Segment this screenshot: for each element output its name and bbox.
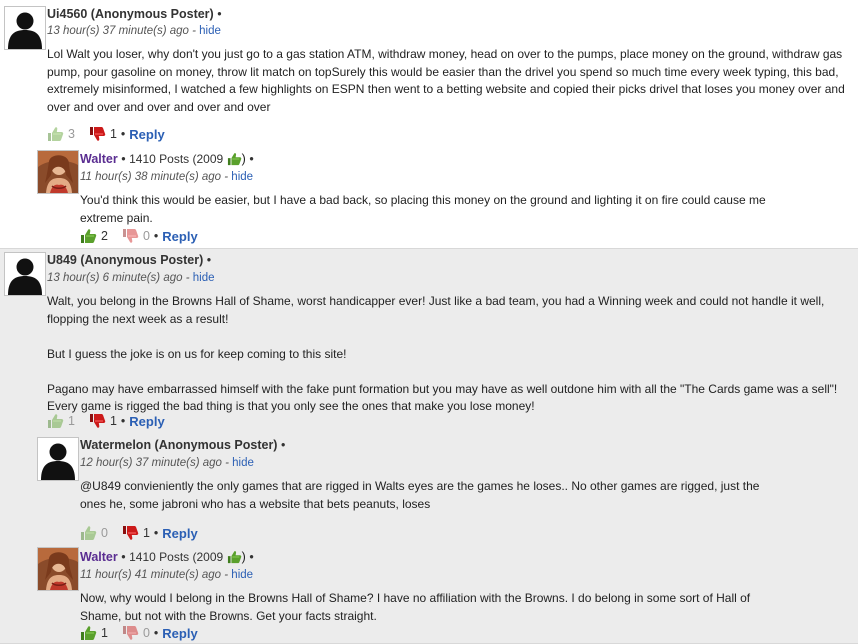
separator-dot: • — [121, 152, 126, 166]
comment-author-line: Walter • 1410 Posts (2009 ) • — [80, 152, 254, 166]
comment-paragraph: Now, why would I belong in the Browns Ha… — [80, 591, 751, 623]
comment-meta: 13 hour(s) 37 minute(s) ago - hide — [47, 25, 221, 37]
vote-bar: 0 1 • Reply — [80, 524, 198, 542]
silhouette-avatar[interactable] — [37, 437, 79, 481]
hide-link[interactable]: hide — [231, 569, 253, 581]
separator-dot: • — [280, 438, 286, 452]
separator-dot: • — [249, 152, 254, 166]
comment-timestamp: 12 hour(s) 37 minute(s) ago — [80, 457, 222, 469]
silhouette-avatar[interactable] — [4, 252, 46, 296]
separator-dot: • — [153, 626, 159, 640]
comment-author-line: Watermelon (Anonymous Poster) • — [80, 438, 285, 452]
separator-dot: • — [120, 414, 126, 428]
silhouette-avatar[interactable] — [4, 6, 46, 50]
downvote-count: 0 — [142, 626, 150, 640]
hide-link[interactable]: hide — [231, 171, 253, 183]
comment-timestamp: 11 hour(s) 41 minute(s) ago — [80, 569, 222, 581]
comment-paragraph: Pagano may have embarrassed himself with… — [47, 381, 838, 414]
thumbs-down-icon[interactable] — [89, 126, 106, 142]
upvote-count: 2 — [101, 229, 108, 243]
comment-body: You'd think this would be easier, but I … — [80, 192, 770, 227]
comment-body: Walt, you belong in the Browns Hall of S… — [47, 293, 852, 416]
reply-link[interactable]: Reply — [162, 526, 197, 541]
reply-link[interactable]: Reply — [162, 626, 197, 641]
upvote-count: 0 — [101, 526, 108, 540]
comment-paragraph: But I guess the joke is on us for keep c… — [47, 346, 347, 361]
comment: Ui4560 (Anonymous Poster) • 13 hour(s) 3… — [0, 0, 858, 150]
comment-paragraph: Lol Walt you loser, why don't you just g… — [47, 47, 845, 114]
comment-author-line: Ui4560 (Anonymous Poster) • — [47, 7, 222, 21]
reply-link[interactable]: Reply — [129, 414, 164, 429]
vote-bar: 3 1 • Reply — [47, 125, 165, 143]
author-name: Watermelon (Anonymous Poster) — [80, 438, 278, 452]
thumbs-down-icon[interactable] — [122, 625, 139, 641]
vote-bar: 1 1 • Reply — [47, 412, 165, 430]
hide-link[interactable]: hide — [193, 272, 215, 284]
author-name[interactable]: Walter — [80, 550, 118, 564]
thumbs-up-icon[interactable] — [80, 525, 97, 541]
separator-dot: • — [121, 550, 126, 564]
comment-paragraph: You'd think this would be easier, but I … — [80, 193, 766, 225]
photo-avatar[interactable] — [37, 150, 79, 194]
thumbs-down-icon[interactable] — [89, 413, 106, 429]
upvote-count: 1 — [68, 414, 75, 428]
comment-paragraph: @U849 convieniently the only games that … — [80, 479, 760, 511]
comment-thread-2: U849 (Anonymous Poster) • 13 hour(s) 6 m… — [0, 249, 858, 644]
comment-meta: 11 hour(s) 38 minute(s) ago - hide — [80, 171, 254, 183]
reply-link[interactable]: Reply — [162, 229, 197, 244]
comment-reply: Walter • 1410 Posts (2009 ) • 11 hour(s)… — [0, 148, 858, 248]
post-count: 1410 Posts (2009 — [129, 152, 224, 166]
hide-link[interactable]: hide — [232, 457, 254, 469]
separator-dot: • — [153, 229, 159, 243]
comment-meta: 12 hour(s) 37 minute(s) ago - hide — [80, 457, 254, 469]
thumbs-up-icon[interactable] — [47, 413, 64, 429]
thumbs-up-icon — [227, 550, 242, 564]
author-name: Ui4560 (Anonymous Poster) — [47, 7, 214, 21]
post-count: 1410 Posts (2009 — [129, 550, 224, 564]
comment-meta: 13 hour(s) 6 minute(s) ago - hide — [47, 272, 215, 284]
reply-link[interactable]: Reply — [129, 127, 164, 142]
downvote-count: 0 — [142, 229, 150, 243]
upvote-count: 1 — [101, 626, 108, 640]
separator-dot: • — [120, 127, 126, 141]
hide-link[interactable]: hide — [199, 25, 221, 37]
photo-avatar[interactable] — [37, 547, 79, 591]
separator-dot: • — [217, 7, 222, 21]
vote-bar: 2 0 • Reply — [80, 227, 198, 245]
comment-author-line: U849 (Anonymous Poster) • — [47, 253, 211, 267]
separator-dot: • — [249, 550, 254, 564]
thumbs-up-icon[interactable] — [80, 228, 97, 244]
downvote-count: 1 — [109, 414, 117, 428]
separator-dot: • — [206, 253, 212, 267]
author-name[interactable]: Walter — [80, 152, 118, 166]
comment-body: Lol Walt you loser, why don't you just g… — [47, 46, 857, 116]
comment-reply: Watermelon (Anonymous Poster) • 12 hour(… — [0, 435, 858, 545]
thumbs-up-icon — [227, 152, 242, 166]
thumbs-up-icon[interactable] — [47, 126, 64, 142]
comment-timestamp: 13 hour(s) 6 minute(s) ago — [47, 272, 183, 284]
author-name: U849 (Anonymous Poster) — [47, 253, 204, 267]
comment-timestamp: 13 hour(s) 37 minute(s) ago — [47, 25, 189, 37]
separator-dot: • — [153, 526, 159, 540]
comment-author-line: Walter • 1410 Posts (2009 ) • — [80, 550, 254, 564]
comment-body: Now, why would I belong in the Browns Ha… — [80, 590, 775, 625]
thumbs-down-icon[interactable] — [122, 525, 139, 541]
downvote-count: 1 — [109, 127, 117, 141]
comment-paragraph: Walt, you belong in the Browns Hall of S… — [47, 294, 825, 326]
comment-timestamp: 11 hour(s) 38 minute(s) ago — [80, 171, 222, 183]
comment-body: @U849 convieniently the only games that … — [80, 478, 775, 513]
comment-thread-1: Ui4560 (Anonymous Poster) • 13 hour(s) 3… — [0, 0, 858, 249]
comment-meta: 11 hour(s) 41 minute(s) ago - hide — [80, 569, 254, 581]
comment-reply: Walter • 1410 Posts (2009 ) • 11 hour(s)… — [0, 545, 858, 643]
comment: U849 (Anonymous Poster) • 13 hour(s) 6 m… — [0, 249, 858, 437]
thumbs-down-icon[interactable] — [122, 228, 139, 244]
vote-bar: 1 0 • Reply — [80, 624, 198, 642]
thumbs-up-icon[interactable] — [80, 625, 97, 641]
upvote-count: 3 — [68, 127, 75, 141]
downvote-count: 1 — [142, 526, 150, 540]
